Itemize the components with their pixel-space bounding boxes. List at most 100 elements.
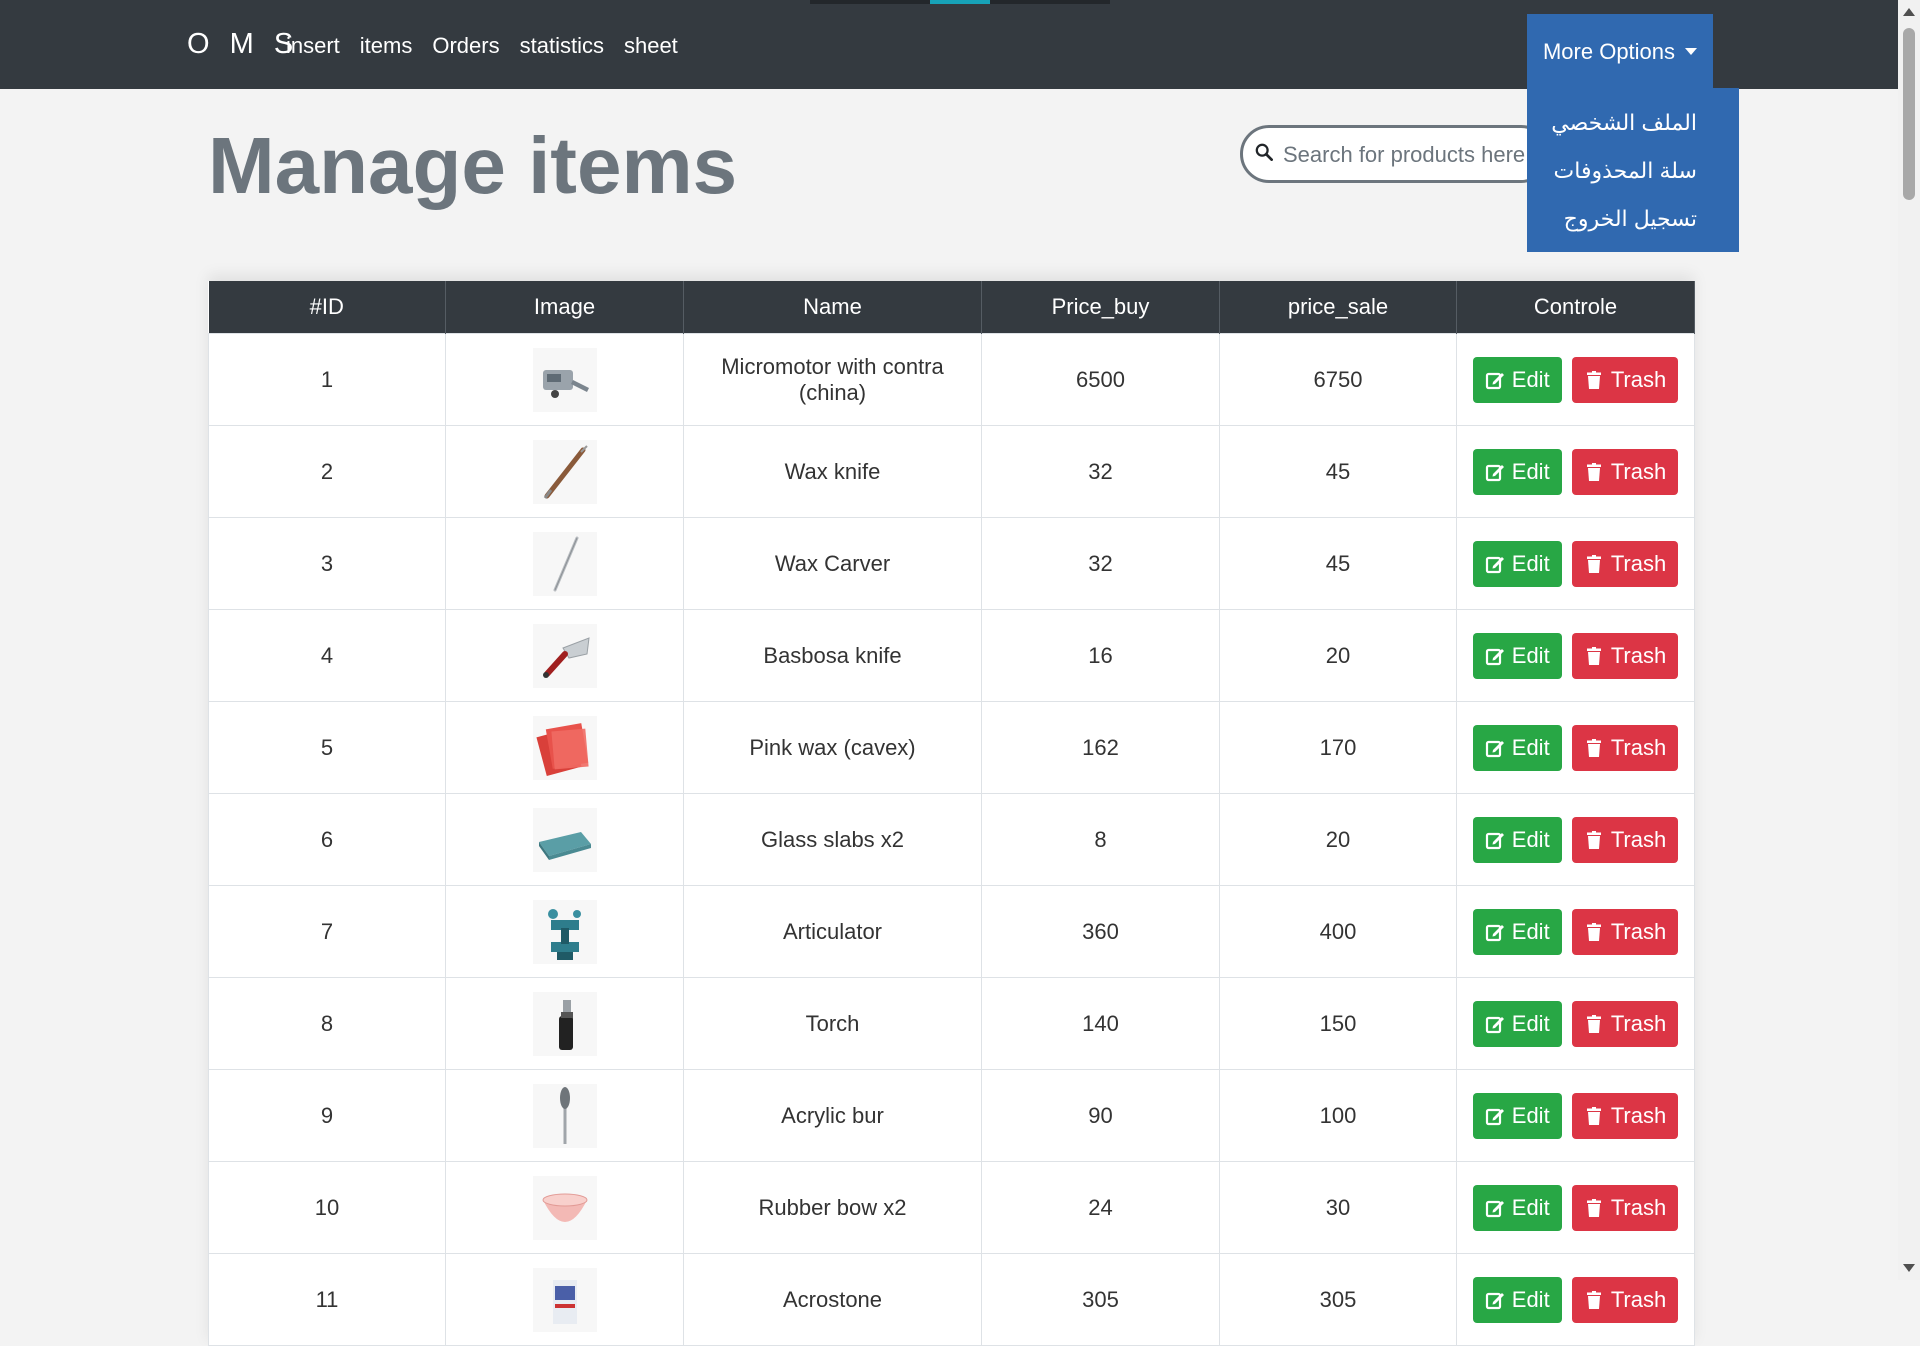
brand-logo[interactable]: O M S	[187, 28, 299, 61]
edit-icon	[1485, 1108, 1504, 1125]
edit-icon	[1485, 464, 1504, 481]
scroll-up-arrow-icon[interactable]	[1903, 8, 1915, 16]
edit-button[interactable]: Edit	[1472, 1092, 1562, 1139]
trash-button[interactable]: Trash	[1571, 540, 1679, 587]
trash-button[interactable]: Trash	[1571, 1000, 1679, 1047]
edit-button[interactable]: Edit	[1472, 356, 1562, 403]
more-options-label: More Options	[1542, 38, 1676, 64]
cell-price-sale: 45	[1219, 425, 1457, 518]
items-table: #ID Image Name Price_buy price_sale Cont…	[208, 281, 1695, 1346]
nav-link-items[interactable]: items	[360, 33, 413, 59]
micromotor-image	[532, 347, 597, 412]
edit-button[interactable]: Edit	[1472, 540, 1562, 587]
cell-id: 2	[208, 425, 446, 518]
edit-icon	[1485, 924, 1504, 941]
item-id: 10	[314, 1194, 340, 1220]
item-price-buy: 32	[1088, 458, 1113, 484]
cell-image	[445, 333, 684, 426]
cell-price-sale: 150	[1219, 977, 1457, 1070]
item-price-sale: 20	[1325, 642, 1351, 668]
edit-button[interactable]: Edit	[1472, 724, 1562, 771]
item-name: Pink wax (cavex)	[749, 734, 916, 760]
item-name: Wax knife	[784, 458, 881, 484]
nav-link-insert[interactable]: insert	[286, 33, 340, 59]
trash-button[interactable]: Trash	[1571, 1184, 1679, 1231]
table-row: 9 Acrylic bur 90 100 Edit Trash	[208, 1069, 1695, 1162]
item-price-buy: 90	[1088, 1102, 1113, 1128]
edit-icon	[1485, 832, 1504, 849]
trash-icon	[1586, 462, 1601, 481]
edit-label: Edit	[1511, 550, 1550, 576]
edit-button[interactable]: Edit	[1472, 632, 1562, 679]
cell-price-buy: 162	[981, 701, 1220, 794]
edit-label: Edit	[1511, 1286, 1550, 1312]
edit-button[interactable]: Edit	[1472, 1000, 1562, 1047]
item-price-buy: 24	[1088, 1194, 1113, 1220]
item-id: 11	[315, 1286, 339, 1312]
trash-button[interactable]: Trash	[1571, 1092, 1679, 1139]
trash-icon	[1586, 1290, 1601, 1309]
scroll-down-arrow-icon[interactable]	[1903, 1264, 1915, 1272]
nav-accent-active	[930, 0, 990, 4]
cell-id: 3	[208, 517, 446, 610]
search-input[interactable]	[1281, 134, 1545, 176]
item-name: Basbosa knife	[763, 642, 902, 668]
vertical-scrollbar[interactable]	[1898, 0, 1920, 1280]
acrostone-image	[532, 1267, 597, 1332]
more-options-button[interactable]: More Options	[1527, 14, 1713, 89]
cell-id: 6	[208, 793, 446, 886]
nav-link-sheet[interactable]: sheet	[624, 33, 678, 59]
cell-image	[445, 701, 684, 794]
cell-price-buy: 32	[981, 517, 1220, 610]
edit-button[interactable]: Edit	[1472, 448, 1562, 495]
trash-button[interactable]: Trash	[1571, 448, 1679, 495]
trash-button[interactable]: Trash	[1571, 724, 1679, 771]
edit-icon	[1485, 556, 1504, 573]
item-name: Articulator	[782, 918, 883, 944]
table-row: 6 Glass slabs x2 8 20 Edit Trash	[208, 793, 1695, 886]
trash-button[interactable]: Trash	[1571, 632, 1679, 679]
nav-link-orders[interactable]: Orders	[432, 33, 499, 59]
trash-button[interactable]: Trash	[1571, 356, 1679, 403]
table-row: 11 Acrostone 305 305 Edit Trash	[208, 1253, 1695, 1346]
edit-button[interactable]: Edit	[1472, 1276, 1562, 1323]
header-controle[interactable]: Controle	[1456, 281, 1695, 334]
cell-id: 9	[208, 1069, 446, 1162]
header-id[interactable]: #ID	[208, 281, 446, 334]
dropdown-item-trash-bin[interactable]: سلة المحذوفات	[1527, 148, 1739, 194]
trash-label: Trash	[1610, 734, 1667, 760]
cell-price-sale: 45	[1219, 517, 1457, 610]
nav-link-statistics[interactable]: statistics	[520, 33, 604, 59]
edit-button[interactable]: Edit	[1472, 908, 1562, 955]
more-options-dropdown: الملف الشخصي سلة المحذوفات تسجيل الخروج	[1527, 88, 1739, 252]
edit-button[interactable]: Edit	[1472, 1184, 1562, 1231]
trash-button[interactable]: Trash	[1571, 908, 1679, 955]
item-price-sale: 45	[1325, 458, 1351, 484]
item-price-buy: 6500	[1076, 366, 1125, 392]
cell-controls: Edit Trash	[1456, 333, 1695, 426]
scroll-thumb[interactable]	[1903, 28, 1915, 200]
cell-name: Micromotor with contra (china)	[683, 333, 982, 426]
header-name[interactable]: Name	[683, 281, 982, 334]
item-thumbnail	[447, 347, 682, 412]
dropdown-item-logout[interactable]: تسجيل الخروج	[1527, 196, 1739, 242]
trash-label: Trash	[1610, 550, 1667, 576]
header-price-buy[interactable]: Price_buy	[981, 281, 1220, 334]
cell-price-buy: 140	[981, 977, 1220, 1070]
header-price-sale[interactable]: price_sale	[1219, 281, 1457, 334]
cell-price-buy: 6500	[981, 333, 1220, 426]
item-thumbnail	[447, 715, 682, 780]
cell-price-sale: 30	[1219, 1161, 1457, 1254]
cell-name: Glass slabs x2	[683, 793, 982, 886]
trash-button[interactable]: Trash	[1571, 816, 1679, 863]
trash-label: Trash	[1610, 826, 1667, 852]
edit-button[interactable]: Edit	[1472, 816, 1562, 863]
trash-label: Trash	[1610, 458, 1667, 484]
cell-name: Articulator	[683, 885, 982, 978]
rubber-bowl-image	[532, 1175, 597, 1240]
trash-button[interactable]: Trash	[1571, 1276, 1679, 1323]
dropdown-item-profile[interactable]: الملف الشخصي	[1527, 100, 1739, 146]
cell-controls: Edit Trash	[1456, 609, 1695, 702]
header-image[interactable]: Image	[445, 281, 684, 334]
item-id: 8	[320, 1010, 334, 1036]
